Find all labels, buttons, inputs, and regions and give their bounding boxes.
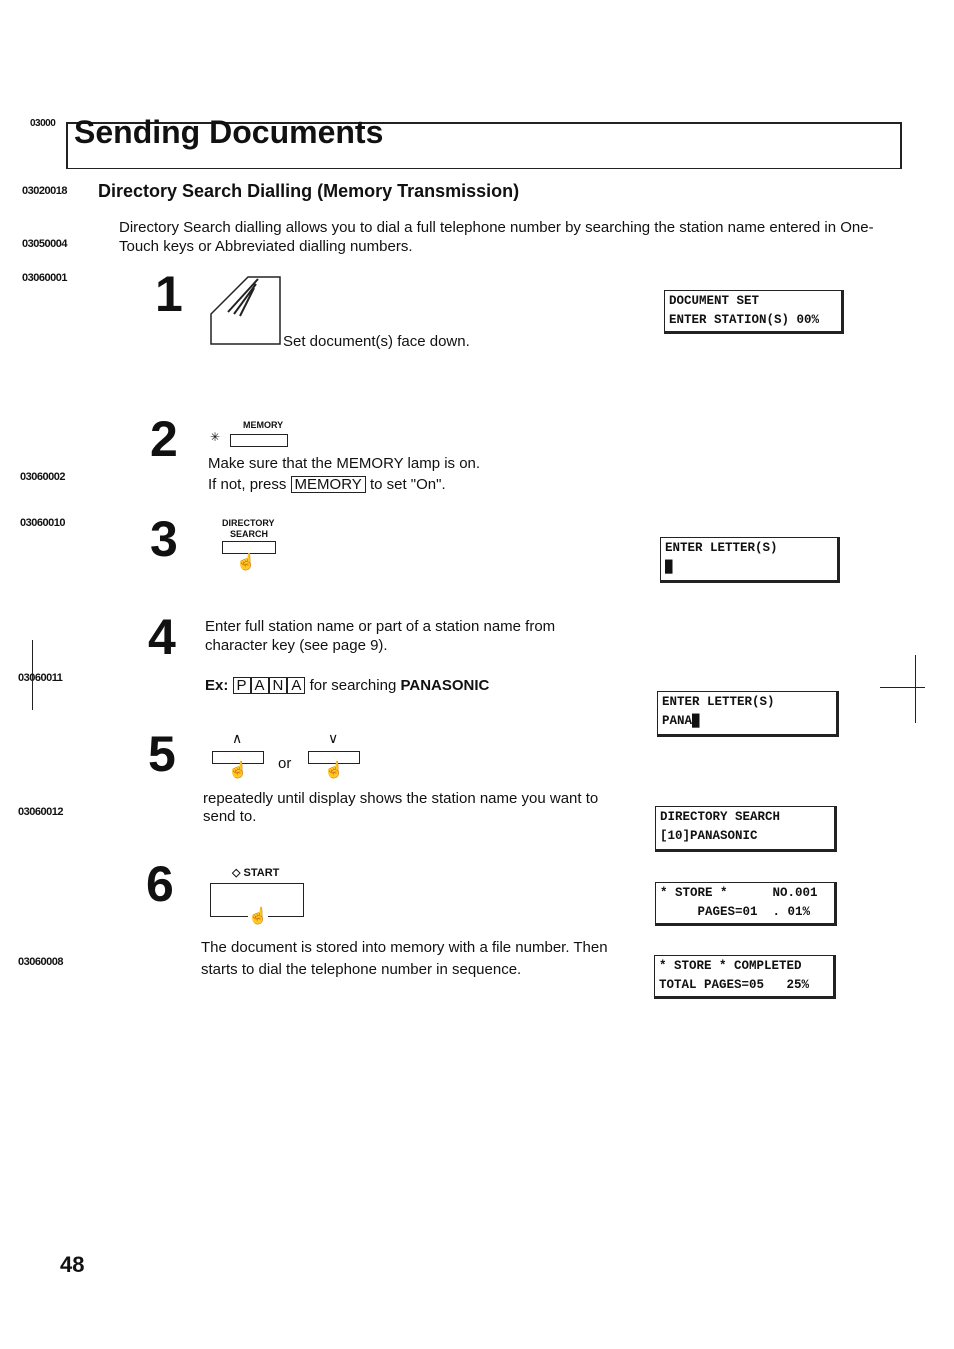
side-code: 03060012 — [18, 806, 63, 818]
key-a: A — [250, 677, 269, 694]
press-finger-icon: ☝ — [236, 554, 256, 571]
step-text: Make sure that the MEMORY lamp is on. — [208, 455, 481, 472]
lcd-display: * STORE * COMPLETED TOTAL PAGES=05 25% — [654, 955, 836, 999]
intro-code: 03050004 — [22, 238, 67, 250]
step-number: 5 — [148, 726, 176, 782]
step-text: The document is stored into memory with … — [201, 939, 608, 978]
lcd-line: * STORE * NO.001 — [660, 886, 818, 900]
step-text: to set "On". — [369, 476, 446, 493]
start-label-line: ◇ START — [232, 866, 279, 879]
page-title: Sending Documents — [74, 114, 384, 150]
start-label: START — [243, 867, 280, 879]
section-code: 03000 — [30, 118, 56, 129]
page-number: 48 — [60, 1252, 85, 1277]
lcd-display: * STORE * NO.001 PAGES=01 . 01% — [655, 882, 837, 926]
lcd-line: TOTAL PAGES=05 25% — [659, 978, 810, 992]
lcd-line: [10]PANASONIC — [660, 829, 758, 843]
up-label: ∧ — [232, 730, 243, 746]
lcd-display: ENTER LETTER(S) █ — [660, 537, 840, 583]
down-label: ∨ — [328, 730, 339, 746]
step-number: 1 — [155, 266, 183, 322]
press-finger-icon: ☝ — [248, 906, 268, 926]
step-text: Enter full station name or part of a sta… — [205, 618, 556, 654]
key-a: A — [287, 677, 306, 694]
lcd-line: PAGES=01 . 01% — [660, 905, 811, 919]
lcd-line: ENTER LETTER(S) — [662, 695, 775, 709]
lcd-display: DIRECTORY SEARCH [10]PANASONIC — [655, 806, 837, 852]
step-number: 3 — [150, 511, 178, 567]
registration-mark — [880, 687, 925, 688]
step-number: 6 — [146, 856, 174, 912]
side-code: 03060002 — [20, 471, 65, 483]
subsection-title: Directory Search Dialling (Memory Transm… — [98, 181, 520, 201]
side-code: 03060008 — [18, 956, 63, 968]
lamp-light-icon: ✳ — [210, 430, 221, 444]
memory-lamp-icon — [230, 434, 288, 447]
ex-name: PANASONIC — [400, 677, 490, 694]
subsection-code: 03020018 — [22, 185, 67, 197]
ex-text: for searching — [309, 677, 397, 694]
key-n: N — [268, 677, 288, 694]
registration-mark — [915, 655, 916, 723]
document-icon — [210, 276, 281, 345]
lcd-line: █ — [665, 560, 673, 574]
press-finger-icon: ☝ — [324, 762, 344, 779]
or-text: or — [278, 755, 292, 772]
key-p: P — [232, 677, 251, 694]
search-label: SEARCH — [230, 529, 269, 539]
side-code: 03060010 — [20, 517, 65, 529]
registration-mark — [32, 640, 33, 710]
example-line: Ex: PANA for searching PANASONIC — [205, 675, 489, 696]
step-text: repeatedly until display shows the stati… — [203, 790, 599, 825]
manual-page: 03000 Sending Documents 03020018 Directo… — [0, 0, 954, 1349]
ex-label: Ex: — [205, 677, 229, 694]
lcd-line: DIRECTORY SEARCH — [660, 810, 781, 824]
lcd-line: * STORE * COMPLETED — [659, 959, 802, 973]
lcd-display: DOCUMENT SET ENTER STATION(S) 00% — [664, 290, 844, 334]
directory-label: DIRECTORY — [222, 518, 275, 528]
step-text-line: If not, press MEMORY to set "On". — [208, 474, 446, 495]
press-finger-icon: ☝ — [228, 762, 248, 779]
lcd-line: DOCUMENT SET — [669, 294, 760, 308]
step-number: 2 — [150, 411, 178, 467]
lcd-line: PANA█ — [662, 714, 700, 728]
side-code: 03060011 — [18, 672, 63, 684]
step-text: Set document(s) face down. — [283, 333, 470, 350]
start-icon: ◇ — [232, 867, 241, 879]
lcd-line: ENTER STATION(S) 00% — [669, 313, 820, 327]
lcd-line: ENTER LETTER(S) — [665, 541, 778, 555]
intro-text: Directory Search dialling allows you to … — [119, 219, 874, 255]
step-text: If not, press — [208, 476, 287, 493]
memory-label: MEMORY — [243, 420, 284, 430]
step-number: 4 — [148, 609, 176, 665]
side-code: 03060001 — [22, 272, 67, 284]
memory-key: MEMORY — [290, 476, 366, 493]
lcd-display: ENTER LETTER(S) PANA█ — [657, 691, 839, 737]
